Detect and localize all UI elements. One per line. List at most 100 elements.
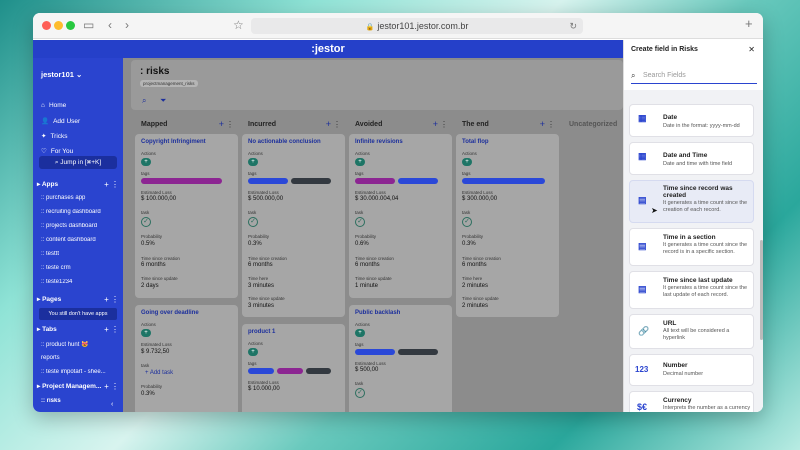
sidebar-tab-item[interactable]: :: product hunt 😻 [41, 341, 119, 348]
add-card-icon[interactable]: + [219, 119, 224, 129]
more-icon[interactable]: ⋮ [333, 120, 341, 129]
search-icon[interactable]: ⌕ [142, 96, 146, 106]
reload-icon[interactable]: ↻ [569, 18, 577, 34]
apps-actions[interactable]: + ⋮ [104, 180, 119, 189]
project-section-title: Project Managem... [42, 383, 102, 390]
tag-pill[interactable] [398, 178, 438, 184]
filter-icon[interactable]: ⏷ [160, 96, 166, 106]
field-type-time-since-created[interactable]: ▤ Time since record was created It gener… [629, 180, 754, 223]
sidebar-app-item[interactable]: :: teste1234 [41, 279, 119, 285]
field-type-time-since-update[interactable]: ▤ Time since last update It generates a … [629, 271, 754, 309]
kanban-card[interactable]: Copyright Infringiment Actions + tags Es… [135, 134, 238, 298]
field-label: Time since update [462, 296, 499, 301]
pages-section-header[interactable]: ▸ Pages + ⋮ [37, 295, 119, 304]
maximize-window-button[interactable] [66, 21, 75, 30]
field-type-name: Currency [663, 397, 692, 404]
jump-in-button[interactable]: ⌕ Jump in [⌘+K] [39, 156, 117, 169]
more-icon[interactable]: ⋮ [226, 120, 234, 129]
action-button[interactable]: + [141, 158, 151, 166]
kanban-card[interactable]: No actionable conclusion Actions + tags … [242, 134, 345, 317]
kanban-card[interactable]: Going over deadline Actions + Estimated … [135, 305, 238, 412]
tag-pill[interactable] [398, 349, 438, 355]
field-type-description: Decimal number [663, 371, 704, 377]
action-button[interactable]: + [355, 158, 365, 166]
close-window-button[interactable] [42, 21, 51, 30]
estimated-loss-value: $ 300.000,00 [462, 196, 498, 202]
tag-pill[interactable] [248, 178, 288, 184]
field-type-time-in-section[interactable]: ▤ Time in a section It generates a time … [629, 228, 754, 266]
kanban-card[interactable]: Public backlash Actions + tags Estimated… [349, 305, 452, 412]
project-section-header[interactable]: ▸ Project Managem... + ⋮ [37, 382, 119, 391]
tabs-actions[interactable]: + ⋮ [104, 325, 119, 334]
task-check-icon[interactable]: ✓ [141, 217, 151, 227]
action-button[interactable]: + [141, 329, 151, 337]
tag-pill[interactable] [141, 178, 222, 184]
action-button[interactable]: + [462, 158, 472, 166]
app-logo[interactable]: :jestor [311, 43, 345, 55]
kanban-card[interactable]: Infinite revisions Actions + tags Estima… [349, 134, 452, 298]
tag-pill[interactable] [355, 349, 395, 355]
sidebar-item-tricks[interactable]: ✦ Tricks [41, 132, 68, 141]
sidebar-app-item[interactable]: :: testtt [41, 251, 119, 257]
sidebar-app-item[interactable]: :: teste crm [41, 265, 119, 271]
add-card-icon[interactable]: + [433, 119, 438, 129]
mouse-cursor-icon: ➤ [651, 206, 658, 215]
sidebar-item-for-you[interactable]: ♡ For You [41, 147, 73, 156]
field-label: Probability [355, 234, 377, 239]
minimize-window-button[interactable] [54, 21, 63, 30]
add-task-link[interactable]: + Add task [145, 370, 173, 376]
action-button[interactable]: + [248, 348, 258, 356]
sidebar-tab-item[interactable]: reports [41, 355, 119, 361]
bookmark-star-icon[interactable]: ☆ [233, 18, 244, 32]
task-check-icon[interactable]: ✓ [355, 217, 365, 227]
field-type-url[interactable]: 🔗 URL All text will be considered a hype… [629, 314, 754, 349]
field-type-date-and-time[interactable]: ▦ Date and Time Date and time with time … [629, 142, 754, 175]
add-card-icon[interactable]: + [540, 119, 545, 129]
sidebar-item-add-user[interactable]: 👤 Add User [41, 117, 80, 126]
tag-pill[interactable] [291, 178, 331, 184]
task-check-icon[interactable]: ✓ [355, 388, 365, 398]
action-button[interactable]: + [248, 158, 258, 166]
sidebar-item-home[interactable]: ⌂ Home [41, 102, 66, 109]
field-type-number[interactable]: 123 Number Decimal number [629, 354, 754, 386]
pages-actions[interactable]: + ⋮ [104, 295, 119, 304]
field-search-input[interactable]: ⌕ Search Fields [631, 70, 757, 84]
task-check-icon[interactable]: ✓ [462, 217, 472, 227]
sidebar-app-item[interactable]: :: projects dashboard [41, 223, 119, 229]
time-since-update-value: 3 minutes [248, 303, 275, 309]
column-title: Avoided [355, 121, 383, 128]
tag-pill[interactable] [462, 178, 545, 184]
sidebar-tab-item[interactable]: :: teste impotart - shee... [41, 369, 119, 375]
tag-pill[interactable] [306, 368, 331, 374]
kanban-card[interactable]: product 1 Actions + tags Estimated Loss … [242, 324, 345, 412]
sidebar-toggle-icon[interactable]: ▭ [83, 18, 94, 32]
apps-section-header[interactable]: ▸ Apps + ⋮ [37, 180, 119, 189]
sidebar-app-item[interactable]: :: purchases app [41, 195, 119, 201]
sidebar-app-item[interactable]: :: recruiting dashboard [41, 209, 119, 215]
add-card-icon[interactable]: + [326, 119, 331, 129]
back-icon[interactable]: ‹ [108, 18, 112, 32]
project-actions[interactable]: + ⋮ [104, 382, 119, 391]
close-icon[interactable]: ✕ [748, 45, 755, 54]
new-tab-icon[interactable]: + [745, 16, 753, 31]
sidebar: jestor101 ⌄ ⌂ Home 👤 Add User ✦ Tricks ♡ For… [33, 58, 123, 412]
field-type-currency[interactable]: $€ Currency Interprets the number as a c… [629, 391, 754, 412]
more-icon[interactable]: ⋮ [547, 120, 555, 129]
tabs-section-header[interactable]: ▸ Tabs + ⋮ [37, 325, 119, 334]
kanban-card[interactable]: Total flop Actions + tags Estimated Loss… [456, 134, 559, 317]
sidebar-project-item-active[interactable]: :: risks [41, 398, 119, 404]
task-check-icon[interactable]: ✓ [248, 217, 258, 227]
tag-pill[interactable] [277, 368, 303, 374]
scrollbar[interactable] [760, 240, 763, 340]
action-button[interactable]: + [355, 329, 365, 337]
collapse-sidebar-icon[interactable]: ‹ [111, 401, 113, 408]
field-type-date[interactable]: ▦ Date Date in the format: yyyy-mm-dd [629, 104, 754, 137]
sidebar-app-item[interactable]: :: content dashboard [41, 237, 119, 243]
tag-pill[interactable] [355, 178, 395, 184]
forward-icon[interactable]: › [125, 18, 129, 32]
workspace-switcher[interactable]: jestor101 ⌄ [41, 70, 82, 79]
address-bar[interactable]: 🔒 jestor101.jestor.com.br ↻ [251, 18, 583, 34]
field-type-name: Date and Time [663, 152, 708, 159]
more-icon[interactable]: ⋮ [440, 120, 448, 129]
tag-pill[interactable] [248, 368, 274, 374]
